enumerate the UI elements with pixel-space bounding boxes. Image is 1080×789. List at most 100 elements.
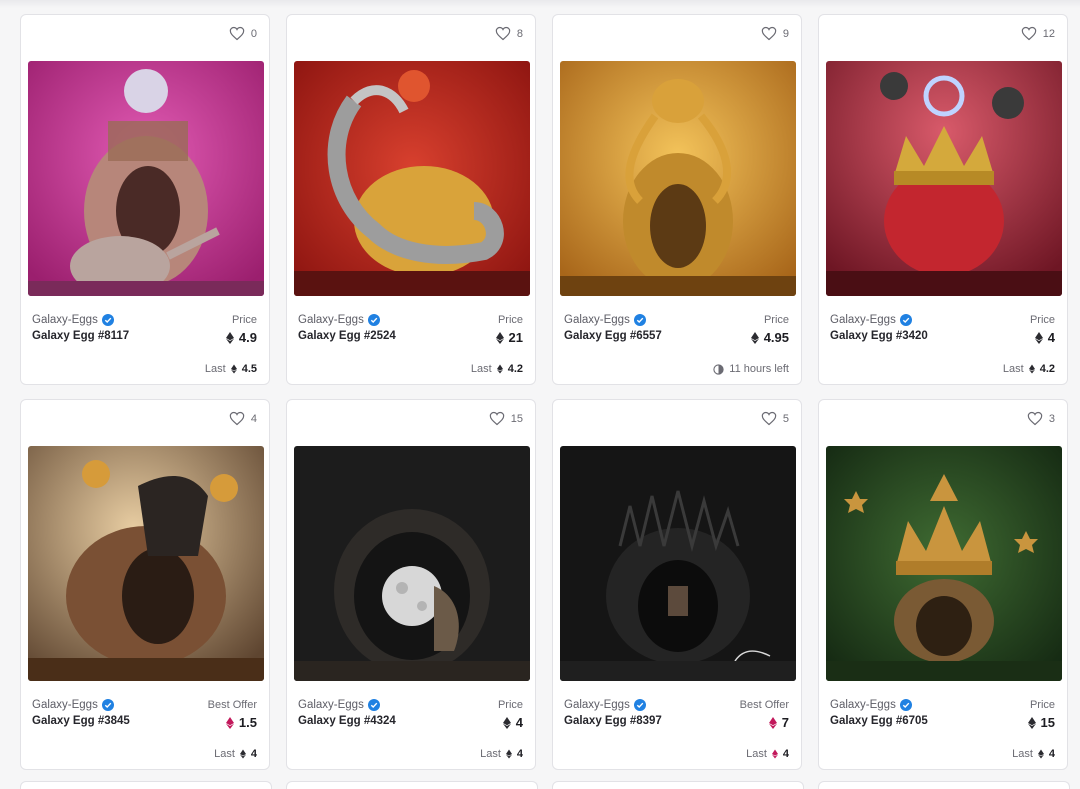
collection-name[interactable]: Galaxy-Eggs: [32, 699, 114, 711]
favorite-button[interactable]: 12: [1021, 26, 1055, 41]
collection-name[interactable]: Galaxy-Eggs: [830, 314, 912, 326]
top-edge: [0, 0, 1080, 8]
price-label: Price: [497, 699, 523, 711]
favorite-button[interactable]: 8: [495, 26, 523, 41]
nft-card-peek: [552, 781, 804, 789]
eth-icon: [1028, 364, 1035, 374]
nft-image[interactable]: [560, 61, 796, 296]
nft-image[interactable]: [294, 61, 530, 296]
auction-timer: 11 hours left: [713, 363, 789, 375]
price-label: Price: [763, 314, 789, 326]
collection-name[interactable]: Galaxy-Eggs: [298, 699, 380, 711]
clock-icon: [713, 363, 724, 375]
heart-icon: [1027, 411, 1043, 426]
nft-name[interactable]: Galaxy Egg #2524: [298, 330, 396, 342]
heart-icon: [229, 411, 245, 426]
price-value: 4.95: [750, 330, 789, 345]
favorite-count: 3: [1048, 412, 1055, 425]
verified-badge-icon: [367, 314, 380, 326]
last-sale: Last 4.5: [204, 363, 257, 375]
nft-card[interactable]: 9 Galaxy-Eggs Galaxy Egg #6557 Price 4.9…: [552, 14, 802, 385]
price-value: 15: [1027, 715, 1055, 730]
favorite-button[interactable]: 3: [1027, 411, 1055, 426]
verified-badge-icon: [633, 699, 646, 711]
nft-grid: 0 Galaxy-Eggs Galaxy Egg #8117 Price 4.9: [20, 14, 1070, 770]
favorite-count: 5: [782, 412, 789, 425]
eth-icon: [1027, 716, 1036, 729]
last-sale: Last 4: [480, 748, 523, 760]
last-sale: Last 4: [746, 748, 789, 760]
favorite-button[interactable]: 0: [229, 26, 257, 41]
nft-name[interactable]: Galaxy Egg #6705: [830, 715, 928, 727]
eth-icon: [502, 716, 511, 729]
nft-name[interactable]: Galaxy Egg #3420: [830, 330, 928, 342]
eth-icon: [750, 331, 759, 344]
favorite-count: 12: [1042, 27, 1055, 40]
last-sale: Last 4.2: [1002, 363, 1055, 375]
verified-badge-icon: [899, 314, 912, 326]
nft-card[interactable]: 15 Galaxy-Eggs Galaxy Egg #4324 Price 4: [286, 399, 536, 770]
eth-icon: [225, 331, 234, 344]
nft-card[interactable]: 5 Galaxy-Eggs Galaxy Egg #8397 Best Offe…: [552, 399, 802, 770]
favorite-count: 4: [250, 412, 257, 425]
collection-name[interactable]: Galaxy-Eggs: [32, 314, 114, 326]
nft-image[interactable]: [560, 446, 796, 681]
nft-image[interactable]: [826, 61, 1062, 296]
favorite-button[interactable]: 9: [761, 26, 789, 41]
price-value: 4: [1034, 330, 1055, 345]
heart-icon: [761, 26, 777, 41]
last-sale: Last 4: [1012, 748, 1055, 760]
nft-image[interactable]: [294, 446, 530, 681]
heart-icon: [489, 411, 505, 426]
favorite-button[interactable]: 5: [761, 411, 789, 426]
collection-name[interactable]: Galaxy-Eggs: [298, 314, 380, 326]
verified-badge-icon: [633, 314, 646, 326]
price-label: Price: [1029, 314, 1055, 326]
nft-card[interactable]: 8 Galaxy-Eggs Galaxy Egg #2524 Price 21 …: [286, 14, 536, 385]
price-label: Best Offer: [739, 699, 789, 711]
price-value: 4: [502, 715, 523, 730]
last-sale: Last 4.2: [470, 363, 523, 375]
nft-card[interactable]: 12 Galaxy-Eggs Galaxy Egg #3420 Price 4: [818, 14, 1068, 385]
nft-image[interactable]: [826, 446, 1062, 681]
eth-icon: [496, 364, 503, 374]
nft-card[interactable]: 0 Galaxy-Eggs Galaxy Egg #8117 Price 4.9: [20, 14, 270, 385]
nft-name[interactable]: Galaxy Egg #8117: [32, 330, 129, 342]
nft-name[interactable]: Galaxy Egg #3845: [32, 715, 130, 727]
next-row-peek: [20, 781, 1070, 789]
heart-icon: [761, 411, 777, 426]
heart-icon: [229, 26, 245, 41]
heart-icon: [1021, 26, 1037, 41]
favorite-count: 15: [510, 412, 523, 425]
favorite-count: 9: [782, 27, 789, 40]
verified-badge-icon: [101, 314, 114, 326]
collection-name[interactable]: Galaxy-Eggs: [564, 314, 646, 326]
nft-image[interactable]: [28, 446, 264, 681]
favorite-button[interactable]: 4: [229, 411, 257, 426]
eth-icon: [768, 716, 777, 729]
favorite-count: 8: [516, 27, 523, 40]
nft-card[interactable]: 4 Galaxy-Eggs Galaxy Egg #3845 Best Offe…: [20, 399, 270, 770]
nft-card[interactable]: 3 Galaxy-Eggs Galaxy Egg #6705 Price 15 …: [818, 399, 1068, 770]
collection-name[interactable]: Galaxy-Eggs: [564, 699, 646, 711]
eth-icon: [1037, 749, 1044, 759]
heart-icon: [495, 26, 511, 41]
favorite-button[interactable]: 15: [489, 411, 523, 426]
verified-badge-icon: [101, 699, 114, 711]
eth-icon: [1034, 331, 1043, 344]
nft-image[interactable]: [28, 61, 264, 296]
last-sale: Last 4: [214, 748, 257, 760]
collection-name[interactable]: Galaxy-Eggs: [830, 699, 912, 711]
price-value: 1.5: [225, 715, 257, 730]
price-label: Price: [497, 314, 523, 326]
nft-name[interactable]: Galaxy Egg #4324: [298, 715, 396, 727]
nft-name[interactable]: Galaxy Egg #6557: [564, 330, 662, 342]
eth-icon: [230, 364, 237, 374]
eth-icon: [505, 749, 512, 759]
price-value: 7: [768, 715, 789, 730]
eth-icon: [239, 749, 246, 759]
price-label: Best Offer: [207, 699, 257, 711]
eth-icon: [495, 331, 504, 344]
nft-name[interactable]: Galaxy Egg #8397: [564, 715, 662, 727]
price-value: 4.9: [225, 330, 257, 345]
